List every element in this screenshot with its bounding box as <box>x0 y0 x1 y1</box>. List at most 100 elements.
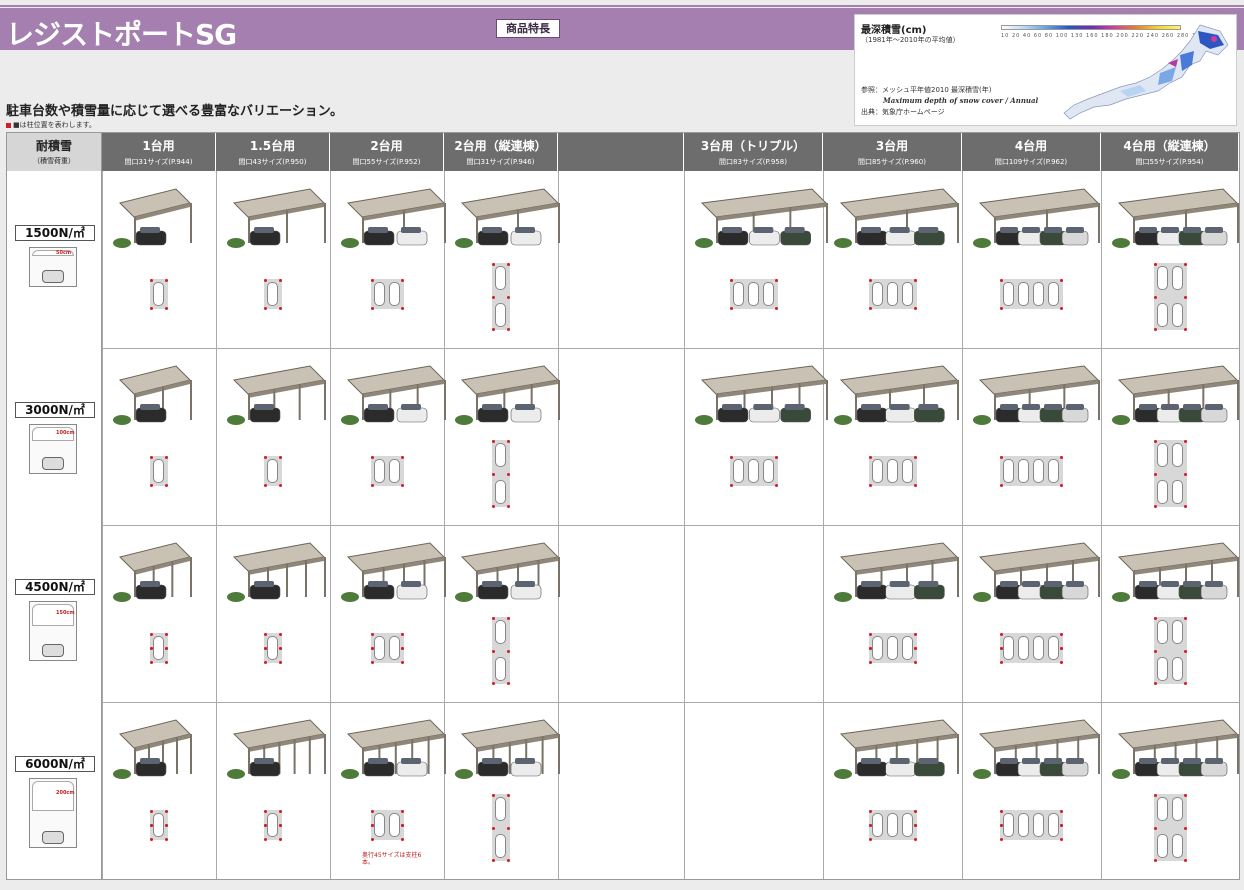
post-position-marker <box>492 617 495 620</box>
column-title: 1台用 <box>142 139 175 153</box>
feature-badge[interactable]: 商品特長 <box>496 19 560 38</box>
variation-cell[interactable] <box>823 702 962 879</box>
post-position-marker <box>1183 650 1187 653</box>
layout-plan <box>370 633 404 664</box>
column-size: 間口85サイズ(P.960) <box>858 158 926 166</box>
variation-cell[interactable] <box>684 171 828 348</box>
column-header: 2台用（縦連棟） 間口31サイズ(P.946) <box>444 133 558 171</box>
variation-cell[interactable] <box>330 171 446 348</box>
variation-cell[interactable] <box>1101 702 1239 879</box>
post-marker-icon <box>6 122 11 128</box>
layout-plan <box>370 810 404 841</box>
parking-space <box>388 636 400 660</box>
parking-space <box>871 636 883 660</box>
carport-photo <box>113 719 192 779</box>
post-position-marker <box>400 838 404 841</box>
variation-cell[interactable] <box>102 702 216 879</box>
post-position-marker <box>1000 633 1003 636</box>
variation-table: 耐積雪 （積雪荷重） 1台用 間口31サイズ(P.944) 1.5台用 間口43サイズ… <box>6 132 1240 880</box>
column-header: 1.5台用 間口43サイズ(P.950) <box>216 133 330 171</box>
variation-cell[interactable] <box>216 171 330 348</box>
post-position-marker <box>1183 682 1187 685</box>
carport-photo <box>695 188 828 248</box>
parking-space <box>1048 459 1059 483</box>
variation-cell[interactable] <box>962 171 1101 348</box>
post-position-marker <box>868 661 872 664</box>
carport-photo <box>113 365 192 425</box>
post-position-marker <box>1153 296 1157 299</box>
post-position-marker <box>913 456 917 459</box>
parking-space <box>1171 443 1183 467</box>
variation-cell[interactable]: 奥行45サイズは支柱6本。 <box>330 702 446 879</box>
parking-space <box>1171 620 1183 644</box>
post-position-marker <box>400 456 404 459</box>
column-size: 間口55サイズ(P.952) <box>352 158 421 166</box>
parking-space <box>1171 303 1183 327</box>
parking-space <box>1033 636 1044 660</box>
variation-cell[interactable] <box>962 525 1101 702</box>
layout-plan <box>1000 810 1063 841</box>
parking-space <box>1018 636 1029 660</box>
post-position-marker <box>165 307 168 310</box>
variation-cell[interactable] <box>102 171 216 348</box>
layout-plan <box>150 279 168 310</box>
variation-cell[interactable] <box>684 348 828 525</box>
variation-cell[interactable] <box>216 525 330 702</box>
load-column-header: 耐積雪 （積雪荷重） <box>7 133 102 171</box>
variation-cell[interactable] <box>1101 348 1239 525</box>
post-position-marker <box>150 279 153 282</box>
variation-cell[interactable] <box>1101 171 1239 348</box>
page: レジストポートSG 商品特長 駐車台数や積雪量に応じて選べる豊富なバリエーション… <box>0 0 1244 890</box>
parking-space <box>1048 813 1059 837</box>
parking-space <box>1171 834 1183 858</box>
parking-space <box>1156 797 1168 821</box>
post-position-marker <box>1153 328 1157 331</box>
parking-space <box>153 282 164 306</box>
variation-cell[interactable] <box>962 348 1101 525</box>
carport-photo <box>227 188 326 248</box>
parking-space <box>747 282 759 306</box>
car-front-icon <box>42 831 64 844</box>
variation-cell[interactable] <box>444 171 560 348</box>
layout-plan <box>492 440 510 508</box>
variation-cell[interactable] <box>102 525 216 702</box>
post-position-marker <box>774 307 778 310</box>
carport-photo <box>834 188 959 248</box>
parking-space <box>1033 813 1044 837</box>
post-position-marker <box>492 859 495 862</box>
parking-space <box>153 813 164 837</box>
post-position-marker <box>400 484 404 487</box>
post-position-marker <box>868 810 872 813</box>
variation-cell[interactable] <box>823 171 962 348</box>
variation-cell[interactable] <box>962 702 1101 879</box>
layout-plan <box>264 633 282 664</box>
post-position-marker <box>729 484 733 487</box>
layout-plan <box>492 794 510 862</box>
parking-space <box>1171 797 1183 821</box>
variation-cell[interactable] <box>823 525 962 702</box>
carport-photo <box>341 188 446 248</box>
variation-cell[interactable] <box>823 348 962 525</box>
post-position-marker <box>165 661 168 664</box>
carport-photo <box>227 365 326 425</box>
variation-cell[interactable] <box>1101 525 1239 702</box>
snow-map-english: Maximum depth of snow cover / Annual <box>883 96 1039 105</box>
parking-space <box>1018 459 1029 483</box>
variation-cell[interactable] <box>102 348 216 525</box>
variation-cell[interactable] <box>330 348 446 525</box>
layout-plan <box>492 617 510 685</box>
post-position-marker <box>507 473 510 476</box>
variation-cell[interactable] <box>216 348 330 525</box>
car-front-icon <box>42 270 64 283</box>
post-position-marker <box>913 824 917 827</box>
variation-cell[interactable] <box>444 525 560 702</box>
carport-photo <box>341 542 446 602</box>
post-position-marker <box>150 661 153 664</box>
variation-cell[interactable] <box>216 702 330 879</box>
post-position-marker <box>507 794 510 797</box>
variation-cell[interactable] <box>330 525 446 702</box>
header-rule <box>0 5 1244 7</box>
variation-cell[interactable] <box>444 702 560 879</box>
variation-cell[interactable] <box>444 348 560 525</box>
column-title: 3台用（トリプル） <box>700 139 806 153</box>
